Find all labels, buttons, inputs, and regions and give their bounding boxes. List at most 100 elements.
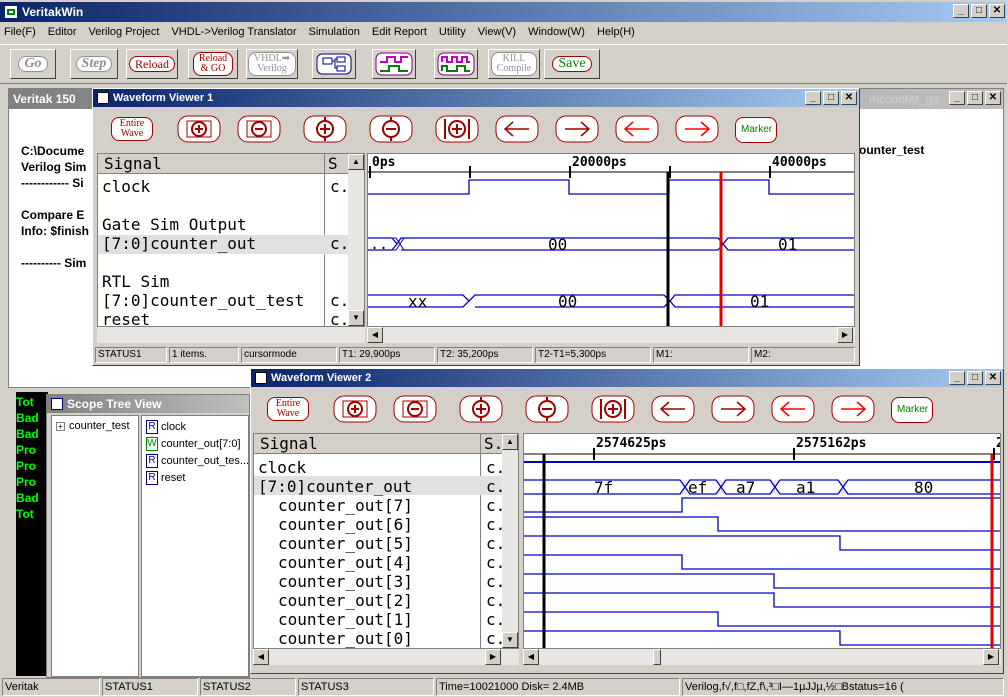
scroll-thumb[interactable]: [653, 649, 661, 665]
console-close-button[interactable]: ✕: [985, 91, 1001, 105]
close-button[interactable]: ✕: [989, 4, 1005, 18]
scope-signal-item[interactable]: Rreset: [146, 471, 185, 485]
scope-signal-item[interactable]: Rcounter_out_tes...: [146, 454, 249, 468]
hierarchy-button[interactable]: [312, 49, 356, 79]
cursor-zoom-in-button[interactable]: [459, 395, 503, 423]
wv1-marker-button[interactable]: Marker: [735, 117, 777, 143]
console-left-line: Pro: [16, 475, 37, 489]
waveform-new-button[interactable]: [434, 49, 478, 79]
zoom-in-button[interactable]: [333, 395, 377, 423]
scroll-up-icon[interactable]: ▲: [348, 154, 364, 170]
reload-go-button[interactable]: Reload & GO: [188, 49, 238, 79]
prev-edge-button[interactable]: [651, 395, 695, 423]
console-path-title: n\counter_ga...: [869, 92, 950, 106]
next-edge-button[interactable]: [711, 395, 755, 423]
menu-simulation[interactable]: Simulation: [309, 26, 360, 38]
cursor-zoom-in-button[interactable]: [303, 115, 347, 143]
wv2-hscroll-left[interactable]: ◀ ▶: [253, 649, 519, 665]
scroll-right-icon[interactable]: ▶: [485, 649, 501, 665]
signal-row[interactable]: counter_out[3]: [278, 572, 413, 591]
menu-window[interactable]: Window(W): [528, 26, 585, 38]
wv2-hscroll-right[interactable]: ◀ ▶: [523, 649, 1001, 665]
next-marker-button[interactable]: [675, 115, 719, 143]
scroll-down-icon[interactable]: ▼: [348, 310, 364, 326]
signal-row[interactable]: counter_out[1]: [278, 610, 413, 629]
prev-marker-button[interactable]: [615, 115, 659, 143]
menu-vhdl-translator[interactable]: VHDL->Verilog Translator: [171, 26, 296, 38]
menu-view[interactable]: View(V): [478, 26, 516, 38]
wv1-maximize-button[interactable]: □: [823, 91, 839, 105]
status-cell: cursormode: [241, 347, 337, 363]
signal-row[interactable]: counter_out[2]: [278, 591, 413, 610]
console-minimize-button[interactable]: _: [949, 91, 965, 105]
wv1-hscroll-left[interactable]: [97, 327, 365, 343]
zoom-out-button[interactable]: [393, 395, 437, 423]
next-edge-button[interactable]: [555, 115, 599, 143]
signal-row[interactable]: clock: [258, 458, 306, 477]
menu-file[interactable]: File(F): [4, 26, 36, 38]
reload-button[interactable]: Reload: [126, 49, 178, 79]
maximize-button[interactable]: □: [971, 4, 987, 18]
step-button[interactable]: Step: [70, 49, 118, 79]
signal-row[interactable]: counter_out[6]: [278, 515, 413, 534]
cursor-zoom-out-button[interactable]: [525, 395, 569, 423]
wv2-entire-wave-button[interactable]: Entire Wave: [267, 397, 309, 421]
wv1-signal-scrollbar[interactable]: ▲ ▼: [348, 154, 364, 326]
signal-row[interactable]: counter_out[7]: [278, 496, 413, 515]
scroll-right-icon[interactable]: ▶: [837, 327, 853, 343]
zoom-region-button[interactable]: [435, 115, 479, 143]
signal-header-label: Signal: [260, 434, 318, 453]
signal-row[interactable]: [7:0]counter_out_test: [102, 291, 304, 310]
zoom-region-button[interactable]: [591, 395, 635, 423]
scope-root[interactable]: + counter_test: [56, 420, 130, 432]
wv2-marker-button[interactable]: Marker: [891, 397, 933, 423]
wv1-close-button[interactable]: ✕: [841, 91, 857, 105]
scroll-down-icon[interactable]: ▼: [502, 632, 518, 648]
menu-utility[interactable]: Utility: [439, 26, 466, 38]
signal-row[interactable]: clock: [102, 177, 150, 196]
console-maximize-button[interactable]: □: [967, 91, 983, 105]
go-button[interactable]: Go: [10, 49, 56, 79]
wv1-minimize-button[interactable]: _: [805, 91, 821, 105]
signal-row[interactable]: counter_out[4]: [278, 553, 413, 572]
wv2-close-button[interactable]: ✕: [985, 371, 1001, 385]
signal-row[interactable]: [7:0]counter_out: [102, 234, 256, 253]
wv1-hscroll-right[interactable]: ◀ ▶: [367, 327, 855, 343]
scroll-left-icon[interactable]: ◀: [367, 327, 383, 343]
signal-row[interactable]: reset: [102, 310, 150, 326]
scope-signal-item[interactable]: Wcounter_out[7:0]: [146, 437, 241, 451]
menu-verilog-project[interactable]: Verilog Project: [89, 26, 160, 38]
cursor-zoom-out-button[interactable]: [369, 115, 413, 143]
wv2-maximize-button[interactable]: □: [967, 371, 983, 385]
signal-group-label: RTL Sim: [102, 272, 170, 291]
minimize-button[interactable]: _: [953, 4, 969, 18]
expand-icon[interactable]: +: [56, 421, 65, 431]
menu-help[interactable]: Help(H): [597, 26, 635, 38]
menu-bar: File(F) Editor Verilog Project VHDL->Ver…: [0, 22, 1007, 42]
zoom-out-button[interactable]: [237, 115, 281, 143]
zoom-in-button[interactable]: [177, 115, 221, 143]
prev-marker-button[interactable]: [771, 395, 815, 423]
menu-editor[interactable]: Editor: [48, 26, 77, 38]
next-marker-button[interactable]: [831, 395, 875, 423]
scope-signal-item[interactable]: Rclock: [146, 420, 186, 434]
bit-wave: [524, 497, 1000, 513]
wv2-signal-scrollbar[interactable]: ▲ ▼: [502, 434, 518, 648]
menu-edit-report[interactable]: Edit Report: [372, 26, 427, 38]
waveform-button[interactable]: [372, 49, 416, 79]
scroll-left-icon[interactable]: ◀: [523, 649, 539, 665]
scroll-up-icon[interactable]: ▲: [502, 434, 518, 450]
signal-row[interactable]: [7:0]counter_out: [258, 477, 412, 496]
save-button[interactable]: Save: [544, 49, 600, 79]
wv2-toolbar: Entire Wave Marker: [251, 389, 1003, 431]
scroll-left-icon[interactable]: ◀: [253, 649, 269, 665]
signal-row[interactable]: counter_out[5]: [278, 534, 413, 553]
wv2-minimize-button[interactable]: _: [949, 371, 965, 385]
wv1-entire-wave-button[interactable]: Entire Wave: [111, 117, 153, 141]
kill-compile-button[interactable]: KILL Compile: [488, 49, 540, 79]
vhdl-verilog-button[interactable]: VHDL➡ Verilog: [246, 49, 298, 79]
signal-row[interactable]: counter_out[0]: [278, 629, 413, 648]
prev-edge-button[interactable]: [495, 115, 539, 143]
bit-wave: [524, 611, 1000, 627]
scroll-right-icon[interactable]: ▶: [983, 649, 999, 665]
